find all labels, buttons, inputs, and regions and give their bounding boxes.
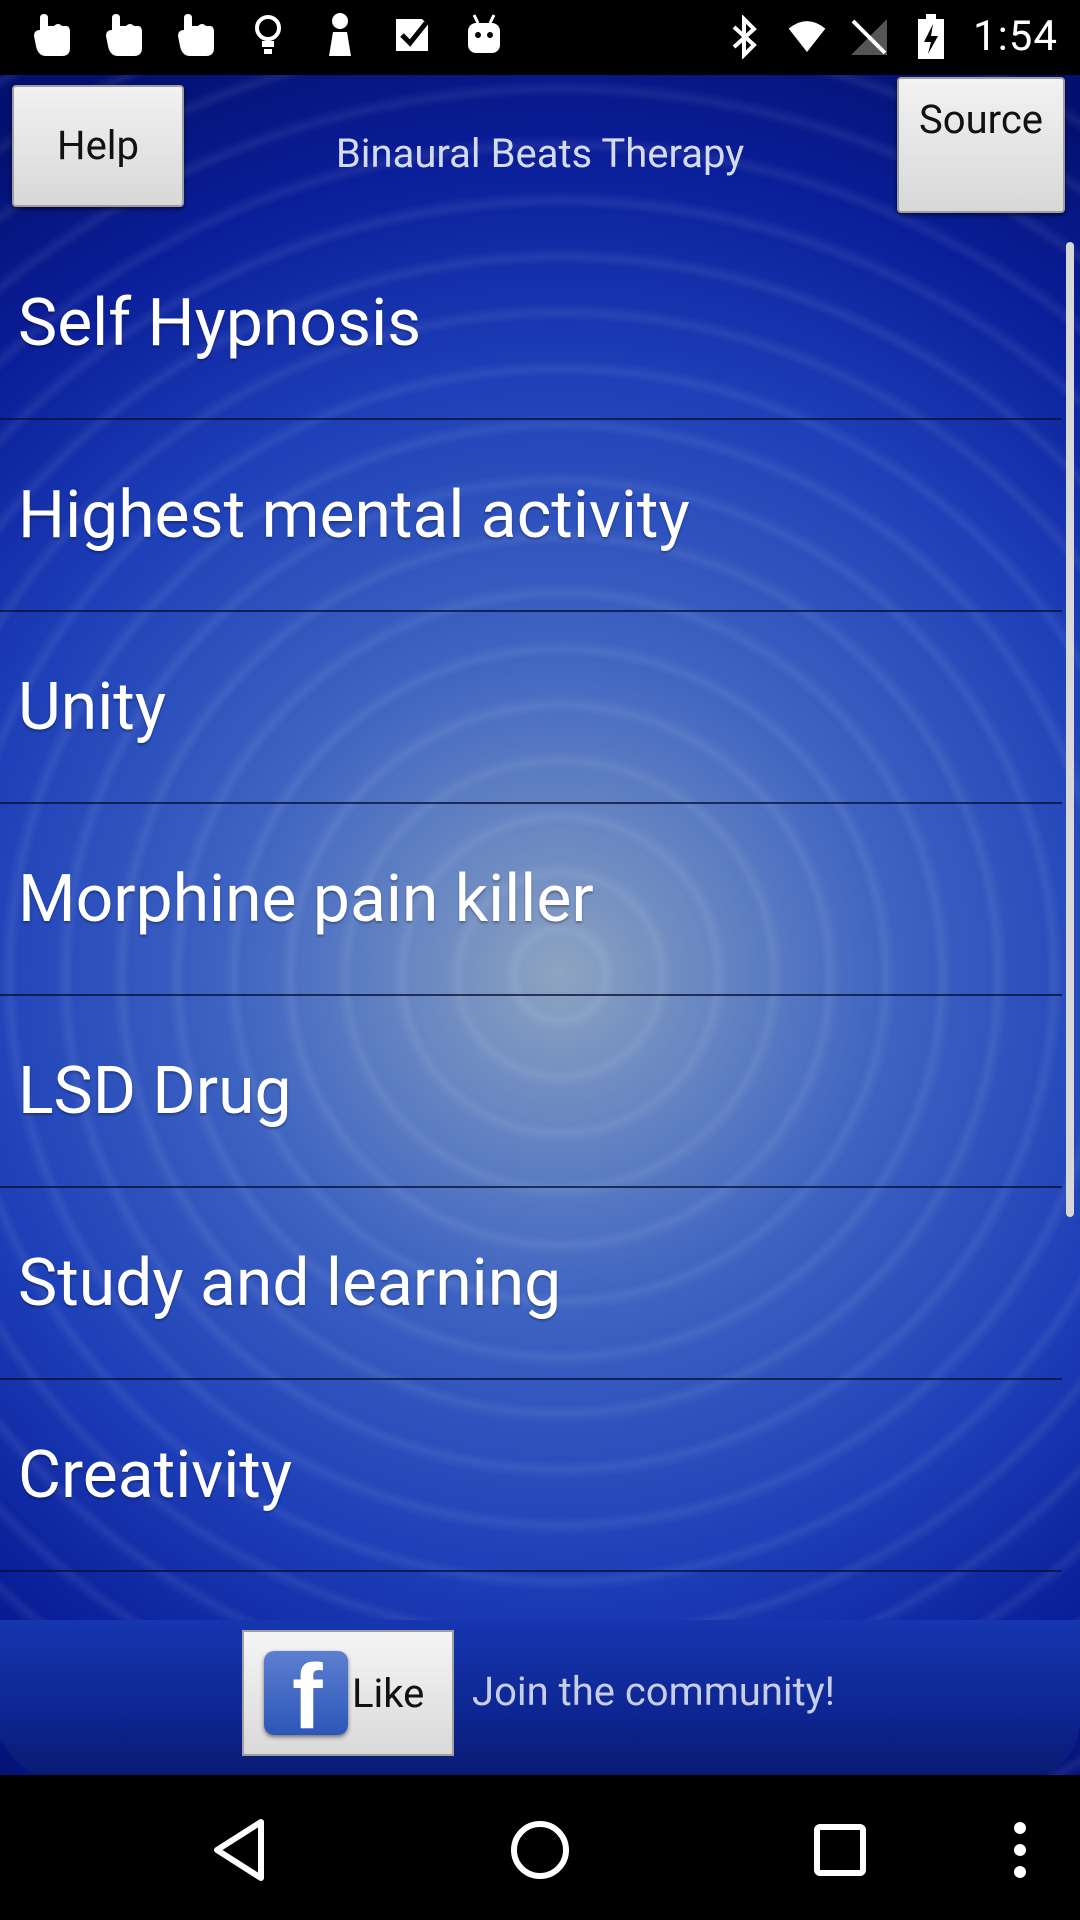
figure-icon: [318, 10, 362, 60]
footer-banner: f Like Join the community!: [0, 1620, 1080, 1775]
battery-charging-icon: [911, 12, 951, 62]
facebook-icon: f: [264, 1646, 348, 1748]
source-button[interactable]: Source: [897, 77, 1065, 213]
list-item-morphine-pain-killer[interactable]: Morphine pain killer: [0, 804, 1062, 996]
lightbulb-icon: [246, 10, 290, 60]
hand-icon: [102, 10, 146, 60]
clock: 1:54: [973, 12, 1058, 61]
list-item-creativity[interactable]: Creativity: [0, 1380, 1062, 1572]
list-item-unity[interactable]: Unity: [0, 612, 1062, 804]
home-icon[interactable]: [495, 1805, 585, 1895]
navigation-bar: [0, 1775, 1080, 1920]
facebook-like-button[interactable]: f Like: [242, 1630, 454, 1756]
list-scrollbar[interactable]: [1066, 242, 1074, 1217]
no-signal-icon: [849, 12, 889, 62]
back-icon[interactable]: [196, 1805, 286, 1895]
hand-icon: [174, 10, 218, 60]
like-label: Like: [352, 1669, 425, 1717]
list-item-lsd-drug[interactable]: LSD Drug: [0, 996, 1062, 1188]
checkbox-icon: [390, 10, 434, 60]
hand-icon: [30, 10, 74, 60]
status-bar: 1:54: [0, 0, 1080, 75]
recents-icon[interactable]: [795, 1805, 885, 1895]
system-icons: 1:54: [725, 6, 1058, 68]
list-item-self-hypnosis[interactable]: Self Hypnosis: [0, 228, 1062, 420]
overflow-menu-icon[interactable]: [975, 1805, 1065, 1895]
bluetooth-icon: [725, 12, 765, 62]
app-screen: Help Binaural Beats Therapy Source Self …: [0, 75, 1080, 1775]
list-item-study-and-learning[interactable]: Study and learning: [0, 1188, 1062, 1380]
android-icon: [462, 10, 506, 60]
join-community-text: Join the community!: [472, 1668, 835, 1715]
therapy-list: Self Hypnosis Highest mental activity Un…: [0, 228, 1062, 1572]
list-item-highest-mental-activity[interactable]: Highest mental activity: [0, 420, 1062, 612]
notification-icons: [30, 10, 506, 60]
wifi-icon: [787, 12, 827, 62]
